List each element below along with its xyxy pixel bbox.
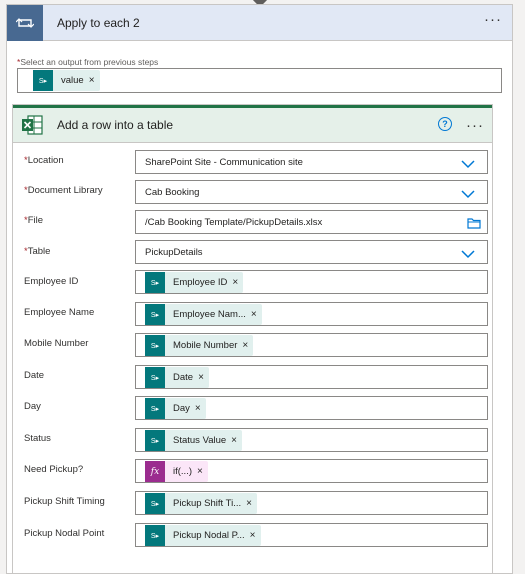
mobile-number-field[interactable]: S▸ Mobile Number × bbox=[135, 333, 488, 357]
add-row-title: Add a row into a table bbox=[57, 118, 174, 132]
field-label: Mobile Number bbox=[24, 338, 89, 349]
select-output-label: *Select an output from previous steps bbox=[17, 57, 159, 67]
need-pickup--field[interactable]: fx if(...) × bbox=[135, 459, 488, 483]
location-field[interactable]: SharePoint Site - Communication site bbox=[135, 150, 488, 174]
folder-picker-icon[interactable] bbox=[467, 216, 481, 234]
date-field[interactable]: S▸ Date × bbox=[135, 365, 488, 389]
chevron-down-icon[interactable] bbox=[461, 246, 475, 264]
field-label: Day bbox=[24, 401, 41, 412]
remove-token-icon[interactable]: × bbox=[231, 435, 242, 446]
dynamic-content-token[interactable]: S▸ Date × bbox=[145, 367, 209, 388]
select-output-input[interactable]: S▸ value × bbox=[17, 68, 502, 93]
field-label: Status bbox=[24, 433, 51, 444]
employee-name-field[interactable]: S▸ Employee Nam... × bbox=[135, 302, 488, 326]
dynamic-content-token[interactable]: S▸ Mobile Number × bbox=[145, 335, 254, 356]
pickup-shift-timing-field[interactable]: S▸ Pickup Shift Ti... × bbox=[135, 491, 488, 515]
expression-icon: fx bbox=[145, 461, 165, 482]
table-field[interactable]: PickupDetails bbox=[135, 240, 488, 264]
sharepoint-icon: S▸ bbox=[145, 335, 165, 356]
remove-token-icon[interactable]: × bbox=[246, 498, 257, 509]
loop-icon bbox=[7, 4, 43, 41]
apply-to-each-header[interactable]: Apply to each 2 ··· bbox=[7, 4, 512, 41]
status-field[interactable]: S▸ Status Value × bbox=[135, 428, 488, 452]
excel-icon bbox=[21, 114, 43, 136]
remove-token-icon[interactable]: × bbox=[250, 530, 261, 541]
more-options-icon[interactable]: ··· bbox=[484, 12, 502, 27]
day-field[interactable]: S▸ Day × bbox=[135, 396, 488, 420]
document-library-field[interactable]: Cab Booking bbox=[135, 180, 488, 204]
expression-token[interactable]: fx if(...) × bbox=[145, 461, 208, 482]
dynamic-content-token[interactable]: S▸ Status Value × bbox=[145, 430, 243, 451]
field-label: Pickup Shift Timing bbox=[24, 496, 105, 507]
remove-token-icon[interactable]: × bbox=[232, 277, 243, 288]
remove-token-icon[interactable]: × bbox=[251, 309, 262, 320]
help-icon[interactable]: ? bbox=[438, 117, 452, 131]
pickup-nodal-point-field[interactable]: S▸ Pickup Nodal P... × bbox=[135, 523, 488, 547]
remove-token-icon[interactable]: × bbox=[89, 75, 100, 86]
field-label: Employee Name bbox=[24, 307, 95, 318]
remove-token-icon[interactable]: × bbox=[197, 466, 208, 477]
field-label: Employee ID bbox=[24, 276, 79, 287]
sharepoint-icon: S▸ bbox=[145, 398, 165, 419]
apply-to-each-title: Apply to each 2 bbox=[57, 15, 140, 30]
dynamic-content-token[interactable]: S▸ Pickup Nodal P... × bbox=[145, 525, 261, 546]
field-label: *Document Library bbox=[24, 185, 103, 196]
chevron-down-icon[interactable] bbox=[461, 156, 475, 174]
dynamic-content-token[interactable]: S▸ Employee Nam... × bbox=[145, 304, 262, 325]
file-field[interactable]: /Cab Booking Template/PickupDetails.xlsx bbox=[135, 210, 488, 234]
chevron-down-icon[interactable] bbox=[461, 186, 475, 204]
sharepoint-icon: S▸ bbox=[145, 272, 165, 293]
more-options-icon[interactable]: ··· bbox=[466, 118, 484, 133]
dynamic-content-token[interactable]: S▸ Day × bbox=[145, 398, 206, 419]
field-label: Need Pickup? bbox=[24, 464, 84, 475]
dynamic-content-token[interactable]: S▸ Employee ID × bbox=[145, 272, 244, 293]
field-label: *File bbox=[24, 215, 44, 226]
add-row-header[interactable]: Add a row into a table ? ··· bbox=[13, 105, 492, 143]
dynamic-content-token[interactable]: S▸ value × bbox=[33, 70, 100, 91]
sharepoint-icon: S▸ bbox=[145, 525, 165, 546]
field-label: Date bbox=[24, 370, 45, 381]
employee-id-field[interactable]: S▸ Employee ID × bbox=[135, 270, 488, 294]
sharepoint-icon: S▸ bbox=[33, 70, 53, 91]
field-label: *Table bbox=[24, 246, 51, 257]
remove-token-icon[interactable]: × bbox=[242, 340, 253, 351]
remove-token-icon[interactable]: × bbox=[198, 372, 209, 383]
sharepoint-icon: S▸ bbox=[145, 493, 165, 514]
field-label: Pickup Nodal Point bbox=[24, 528, 105, 539]
sharepoint-icon: S▸ bbox=[145, 304, 165, 325]
remove-token-icon[interactable]: × bbox=[195, 403, 206, 414]
field-label: *Location bbox=[24, 155, 64, 166]
sharepoint-icon: S▸ bbox=[145, 430, 165, 451]
sharepoint-icon: S▸ bbox=[145, 367, 165, 388]
dynamic-content-token[interactable]: S▸ Pickup Shift Ti... × bbox=[145, 493, 257, 514]
